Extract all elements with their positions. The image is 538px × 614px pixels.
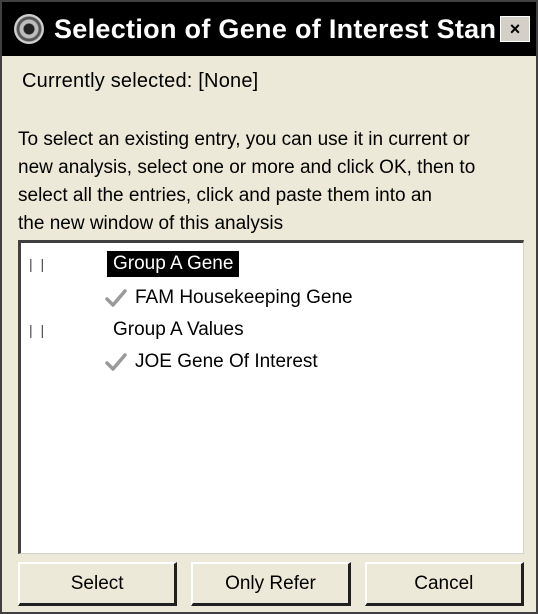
instruction-line: select all the entries, click and paste …	[18, 185, 433, 206]
cancel-button[interactable]: Cancel	[364, 562, 524, 606]
button-bar: Select Only Refer Cancel	[18, 562, 524, 606]
instructions-text: To select an existing entry, you can use…	[18, 126, 524, 238]
tree-item-label: JOE Gene Of Interest	[135, 351, 318, 372]
select-button[interactable]: Select	[18, 562, 178, 606]
app-icon	[14, 14, 44, 44]
title-bar[interactable]: Selection of Gene of Interest Standar...…	[2, 2, 536, 56]
window-title: Selection of Gene of Interest Standar...	[54, 13, 496, 44]
tree-expander[interactable]: | |	[29, 322, 47, 338]
instruction-line: To select an existing entry, you can use…	[18, 129, 470, 150]
tree-group-label[interactable]: Group A Gene	[107, 251, 240, 277]
gene-tree[interactable]: | | Group A Gene FAM Housekeeping Gene |…	[18, 240, 524, 554]
tree-group-row[interactable]: | | Group A Values	[29, 315, 250, 345]
instruction-line: new analysis, select one or more and cli…	[18, 157, 476, 178]
tree-item-row[interactable]: JOE Gene Of Interest	[105, 347, 318, 377]
tree-group-label[interactable]: Group A Values	[107, 317, 250, 343]
check-icon	[105, 353, 127, 371]
close-icon: ×	[509, 19, 521, 39]
tree-item-row[interactable]: FAM Housekeeping Gene	[105, 283, 353, 313]
selection-dialog: Selection of Gene of Interest Standar...…	[0, 0, 538, 614]
instruction-line: the new window of this analysis	[18, 213, 284, 234]
check-icon	[105, 289, 127, 307]
only-refer-button[interactable]: Only Refer	[191, 562, 351, 606]
tree-group-row[interactable]: | | Group A Gene	[29, 249, 240, 279]
tree-item-label: FAM Housekeeping Gene	[135, 287, 353, 308]
tree-expander[interactable]: | |	[29, 256, 47, 272]
currently-selected-label: Currently selected: [None]	[22, 70, 259, 92]
close-button[interactable]: ×	[500, 16, 530, 42]
